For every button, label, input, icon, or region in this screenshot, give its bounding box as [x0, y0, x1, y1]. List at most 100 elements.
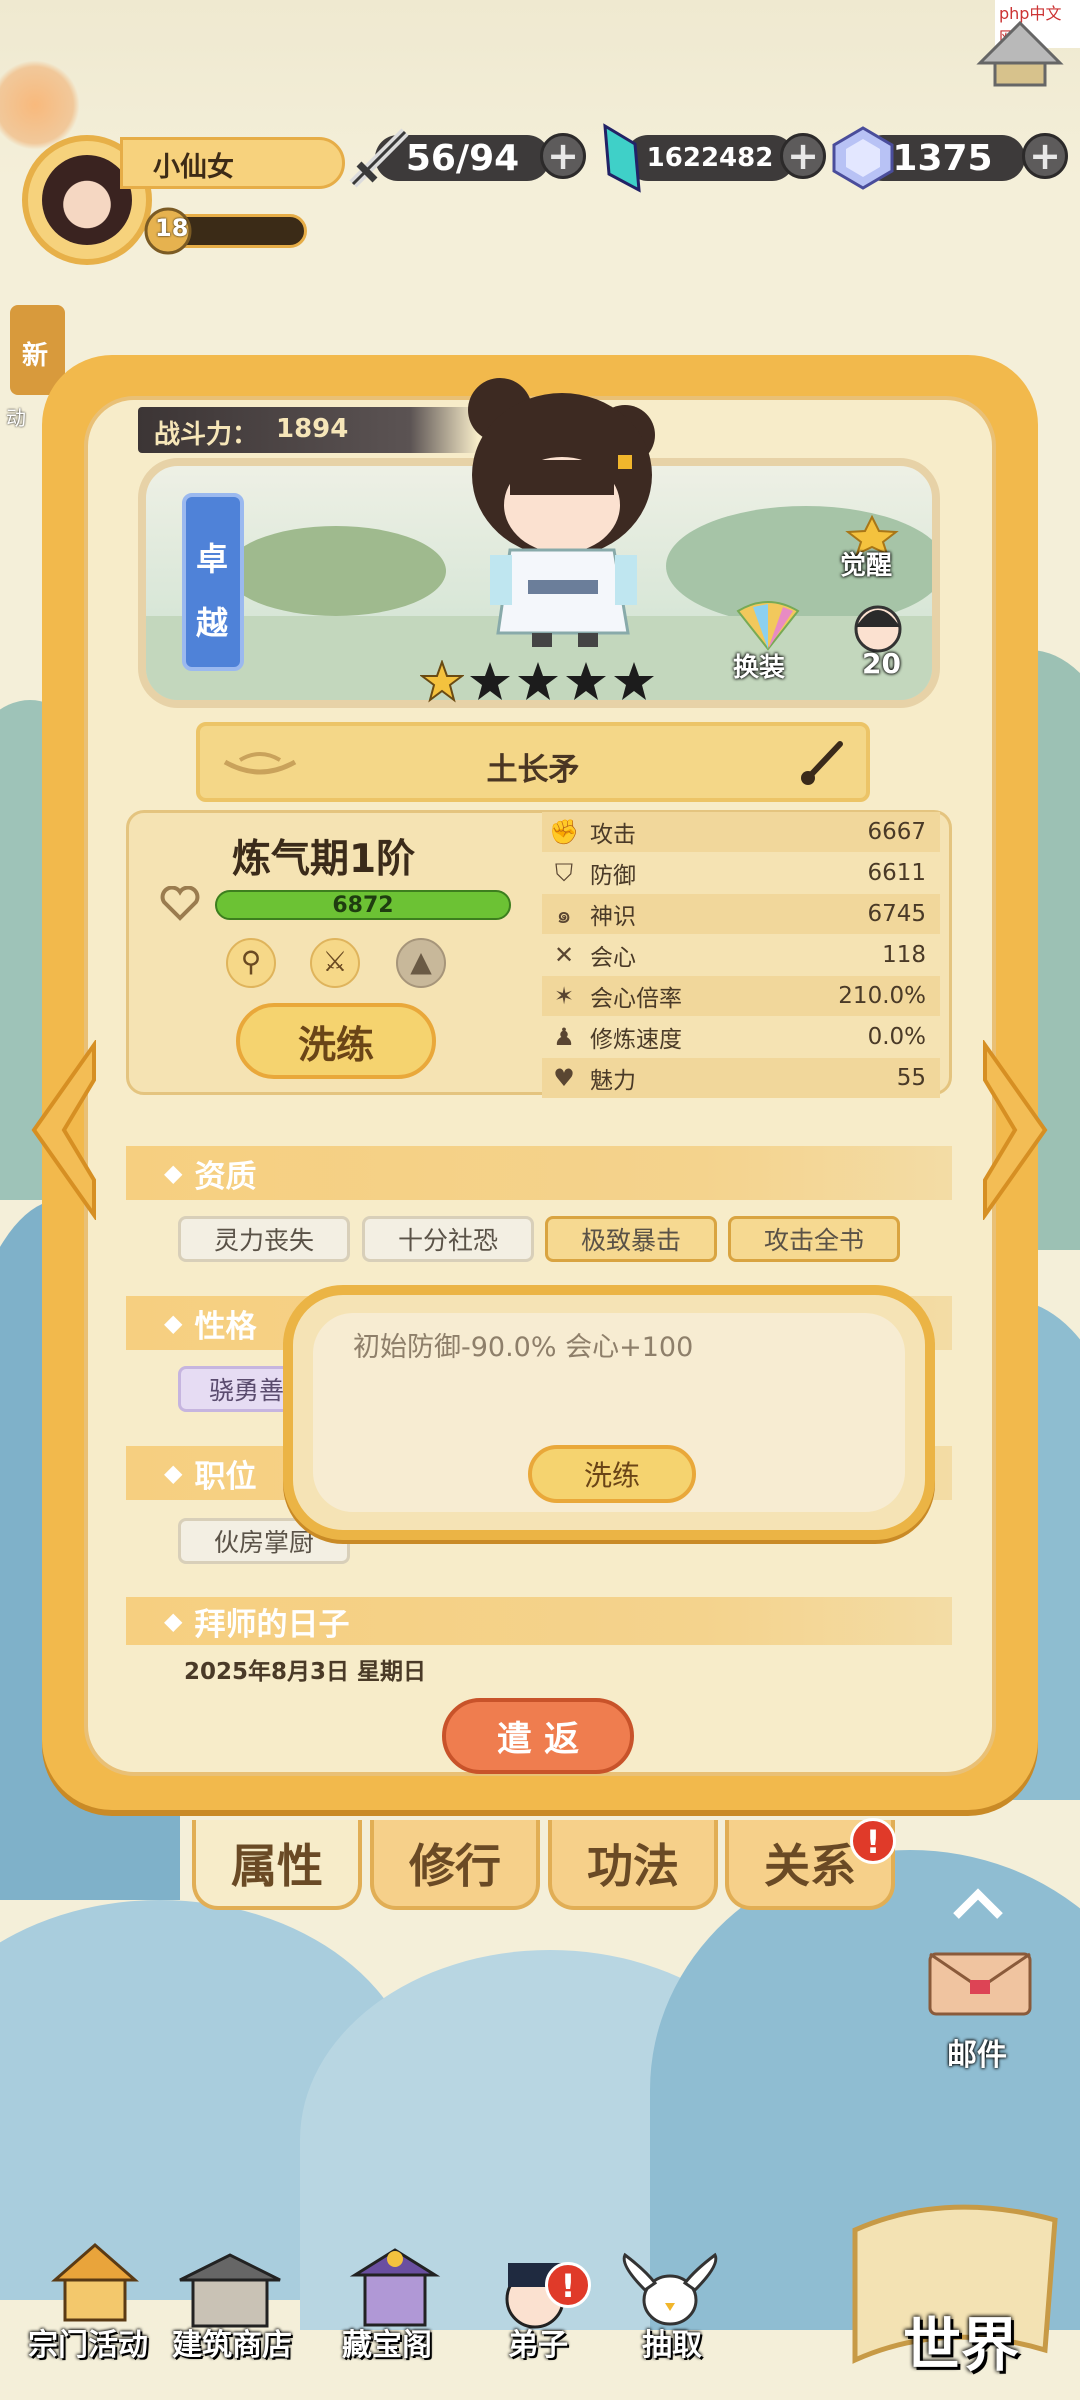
weapon-bar[interactable]: 土长矛	[196, 722, 870, 802]
popup-text: 初始防御-90.0% 会心+100	[353, 1332, 694, 1363]
section-title: 性格	[194, 1308, 257, 1345]
star-rating	[420, 660, 660, 706]
fist-icon: ✊	[549, 818, 579, 846]
spirit-stone-value: 1622482	[625, 135, 795, 181]
avatar	[42, 155, 132, 245]
add-gem-button[interactable]: +	[1022, 133, 1068, 179]
relations-alert-badge: !	[850, 1818, 896, 1864]
weapon-name: 土长矛	[486, 752, 580, 788]
magnifier-icon[interactable]: ⚲	[226, 938, 276, 988]
tab-techniques[interactable]: 功法	[548, 1820, 718, 1910]
character-sprite	[450, 365, 680, 655]
heart-outline-icon	[160, 886, 200, 921]
section-aptitude: ◆ 资质	[126, 1146, 952, 1200]
quality-text: 卓越	[196, 540, 229, 642]
dress-label: 换装	[733, 653, 786, 683]
add-spirit-stone-button[interactable]: +	[780, 133, 826, 179]
up-arrow-icon[interactable]	[948, 1880, 1008, 1930]
fan-icon	[736, 601, 800, 651]
dismiss-button[interactable]: 遣 返	[442, 1698, 634, 1774]
combat-power-label: 战斗力：	[154, 420, 259, 450]
section-title: 职位	[194, 1458, 257, 1495]
nav-building-shop[interactable]: 建筑商店	[172, 2320, 292, 2364]
previous-arrow-icon[interactable]	[24, 1040, 104, 1220]
realm-name: 炼气期1阶	[232, 837, 416, 882]
sect-activity-icon[interactable]	[40, 2240, 150, 2330]
tab-attributes[interactable]: 属性	[192, 1820, 362, 1910]
disciple-alert-badge: !	[545, 2262, 591, 2308]
gem-icon	[832, 126, 894, 190]
tab-cultivation[interactable]: 修行	[370, 1820, 540, 1910]
aptitude-tag[interactable]: 攻击全书	[728, 1216, 900, 1262]
awaken-label: 觉醒	[840, 551, 893, 581]
heart-icon: ♥	[553, 1064, 575, 1092]
world-button[interactable]: 世界	[835, 2170, 1070, 2379]
next-arrow-icon[interactable]	[975, 1040, 1055, 1220]
diamond-icon: ◆	[164, 1159, 183, 1187]
stat-row-cultivation-speed: ♟ 修炼速度 0.0%	[542, 1017, 940, 1057]
hp-bar: 6872	[215, 890, 511, 920]
stat-row-charm: ♥ 魅力 55	[542, 1058, 940, 1098]
diamond-icon: ◆	[164, 1607, 183, 1635]
star-filled-icon	[420, 660, 464, 703]
stat-row-defense: ⛉ 防御 6611	[542, 853, 940, 893]
diamond-icon: ◆	[164, 1309, 183, 1337]
shield-icon: ⛉	[555, 859, 573, 887]
dress-button[interactable]: 换装	[725, 595, 815, 685]
star-empty-icon	[566, 662, 606, 700]
stat-row-crit: ✕ 会心 118	[542, 935, 940, 975]
stat-row-attack: ✊ 攻击 6667	[542, 812, 940, 852]
aptitude-tag[interactable]: 极致暴击	[545, 1216, 717, 1262]
building-shop-icon[interactable]	[175, 2250, 285, 2330]
sword-icon	[349, 128, 409, 188]
aptitude-tag[interactable]: 灵力丧失	[178, 1216, 350, 1262]
character-head-icon	[854, 605, 902, 653]
section-title: 拜师的日子	[194, 1606, 350, 1643]
combat-power-value: 1894	[276, 414, 349, 444]
section-apprentice-day: ◆ 拜师的日子	[126, 1597, 952, 1645]
stat-row-spirit: ๑神识 6745	[542, 894, 940, 934]
burst-icon: ✶	[553, 982, 575, 1010]
treasure-pavilion-icon[interactable]	[345, 2245, 445, 2330]
nav-sect-activity[interactable]: 宗门活动	[28, 2320, 148, 2364]
skin-count[interactable]: 20	[840, 595, 920, 685]
mail-button[interactable]: 邮件	[925, 1940, 1045, 2073]
aptitude-tag[interactable]: 十分社恐	[362, 1216, 534, 1262]
section-title: 资质	[194, 1158, 257, 1195]
skin-count-value: 20	[862, 647, 901, 680]
star-empty-icon	[614, 662, 654, 700]
awaken-button[interactable]: 觉醒	[830, 515, 920, 581]
quality-badge: 卓越	[182, 493, 244, 671]
spiral-icon: ๑	[556, 900, 572, 929]
player-name-plate: 小仙女	[120, 137, 345, 189]
new-badge-text: 新	[22, 341, 49, 371]
mountain-icon[interactable]: ▲	[396, 938, 446, 988]
add-stamina-button[interactable]: +	[540, 133, 586, 179]
star-empty-icon	[518, 662, 558, 700]
wash-button[interactable]: 洗练	[236, 1003, 436, 1079]
popup-wash-button[interactable]: 洗练	[528, 1445, 696, 1503]
brush-edit-icon[interactable]	[798, 738, 846, 786]
stat-row-crit-rate: ✶ 会心倍率 210.0%	[542, 976, 940, 1016]
nav-treasure-pavilion[interactable]: 藏宝阁	[342, 2320, 432, 2364]
world-label: 世界	[903, 2311, 1020, 2379]
mail-label: 邮件	[947, 2038, 1007, 2073]
hp-value: 6872	[332, 893, 394, 918]
nav-disciple[interactable]: 弟子	[508, 2320, 568, 2364]
crystal-icon	[603, 123, 641, 193]
sword-skill-icon[interactable]: ⚔	[310, 938, 360, 988]
player-name: 小仙女	[153, 152, 234, 183]
gourd-icon: ♟	[553, 1023, 575, 1051]
envelope-icon	[928, 1952, 1032, 2016]
level-badge: 18	[140, 205, 196, 255]
nav-draw[interactable]: 抽取	[642, 2320, 702, 2364]
side-activity-label: 动	[6, 406, 26, 430]
player-level: 18	[155, 214, 189, 242]
star-empty-icon	[470, 662, 510, 700]
apprentice-date: 2025年8月3日 星期日	[184, 1659, 427, 1685]
temple-icon[interactable]	[975, 18, 1065, 88]
trait-popup: 初始防御-90.0% 会心+100 洗练	[283, 1285, 935, 1540]
cross-swords-icon: ✕	[553, 941, 575, 969]
diamond-icon: ◆	[164, 1459, 183, 1487]
combat-power-bar: 战斗力： 1894	[138, 407, 478, 453]
